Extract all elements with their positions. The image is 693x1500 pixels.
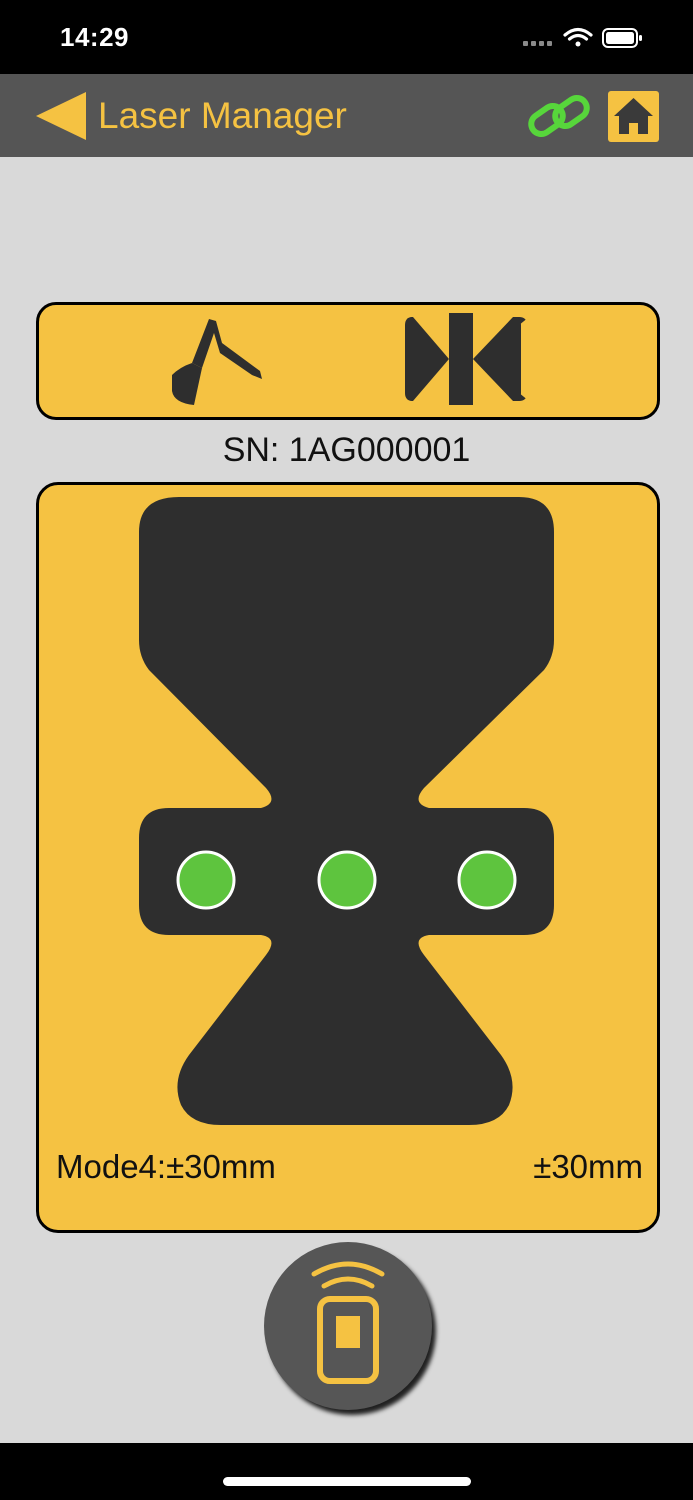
excavator-mode-button[interactable] (164, 313, 264, 414)
link-icon[interactable] (528, 94, 592, 138)
led-left (176, 850, 236, 910)
range-readout: ±30mm (533, 1148, 643, 1185)
receiver-mode-button[interactable] (401, 313, 529, 414)
receiver-graphic (139, 497, 554, 1125)
led-right (457, 850, 517, 910)
home-bar (0, 1443, 693, 1500)
remote-control-icon (311, 1261, 385, 1384)
status-icons (523, 27, 642, 48)
receiver-body (139, 497, 554, 1125)
back-arrow-icon (36, 92, 86, 140)
page-title: Laser Manager (98, 95, 347, 136)
laser-display-panel: Mode4:±30mm ±30mm (36, 482, 660, 1233)
status-time: 14:29 (60, 22, 129, 52)
remote-control-button[interactable] (264, 1242, 432, 1410)
status-bar: 14:29 (0, 0, 693, 74)
wifi-icon (563, 27, 593, 47)
nav-bar: Laser Manager (0, 74, 693, 157)
home-indicator[interactable] (223, 1477, 471, 1486)
mode-readout: Mode4:±30mm (56, 1148, 276, 1185)
main-content: SN: 1AG000001 Mode4:±30mm ±30mm (0, 157, 693, 1443)
cellular-signal-icon (523, 41, 552, 46)
home-icon (614, 98, 653, 134)
mode-selector (36, 302, 660, 420)
led-center (317, 850, 377, 910)
battery-icon (602, 28, 642, 48)
serial-number: SN: 1AG000001 (222, 431, 471, 469)
receiver-icon (401, 313, 529, 405)
excavator-icon (172, 319, 262, 405)
home-button[interactable] (608, 91, 659, 142)
back-button[interactable]: Laser Manager (34, 90, 347, 142)
